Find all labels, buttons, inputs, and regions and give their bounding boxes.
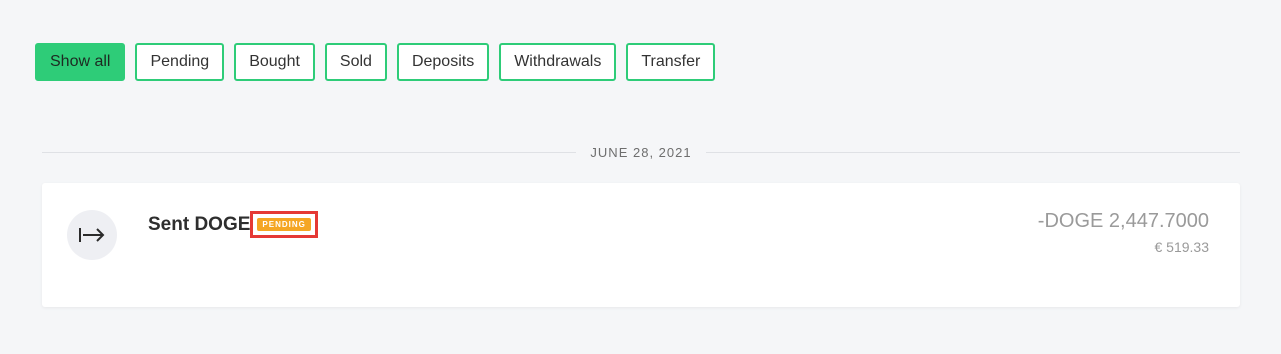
filter-withdrawals-button[interactable]: Withdrawals <box>499 43 617 81</box>
transaction-row[interactable]: Sent DOGE PENDING -DOGE 2,447.7000 € 519… <box>42 183 1240 307</box>
filter-transfer-button[interactable]: Transfer <box>626 43 716 81</box>
status-badge-highlight: PENDING <box>250 211 318 238</box>
divider-line-right <box>705 151 1241 153</box>
transaction-title-group: Sent DOGE PENDING <box>148 211 318 238</box>
filter-pending-button[interactable]: Pending <box>135 43 225 81</box>
status-badge: PENDING <box>257 218 311 231</box>
transaction-filter-bar: Show all Pending Bought Sold Deposits Wi… <box>35 43 716 81</box>
transaction-amount-group: -DOGE 2,447.7000 € 519.33 <box>1038 210 1209 255</box>
filter-deposits-button[interactable]: Deposits <box>396 43 490 81</box>
date-label: JUNE 28, 2021 <box>590 144 692 160</box>
transaction-title: Sent DOGE <box>148 213 251 235</box>
divider-line-left <box>42 151 577 153</box>
fiat-amount: € 519.33 <box>1154 239 1210 255</box>
crypto-amount: -DOGE 2,447.7000 <box>1037 210 1209 232</box>
filter-bought-button[interactable]: Bought <box>234 43 315 81</box>
filter-show-all-button[interactable]: Show all <box>35 43 126 81</box>
filter-sold-button[interactable]: Sold <box>324 43 387 81</box>
send-arrow-icon <box>67 210 117 260</box>
date-divider: JUNE 28, 2021 <box>42 142 1241 162</box>
